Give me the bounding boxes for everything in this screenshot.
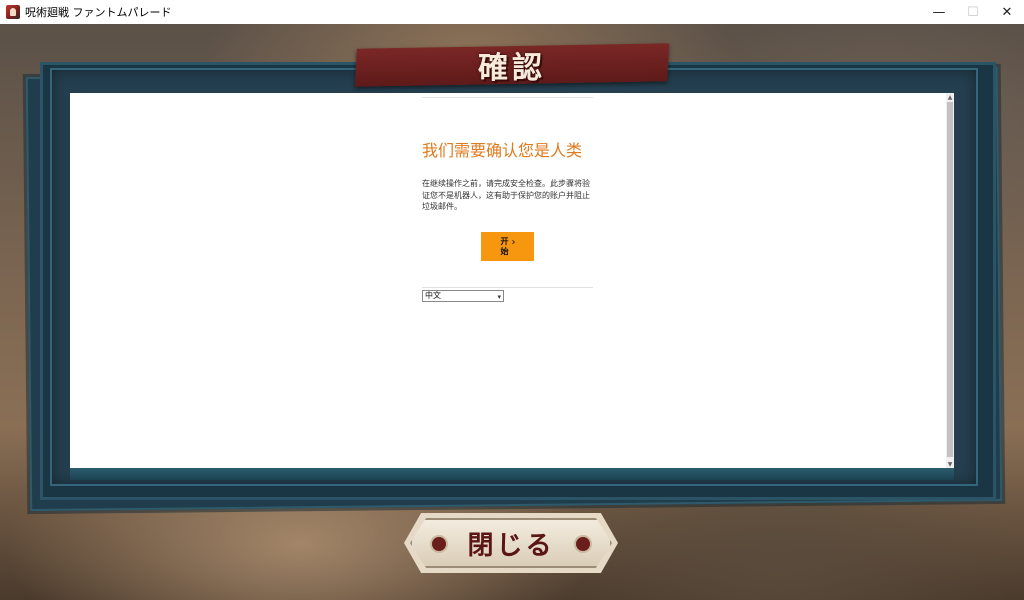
language-select[interactable]: 中文 ▾ [422,290,504,302]
webview-scrollbar[interactable]: ▲ ▼ [946,93,954,468]
chevron-down-icon: ▾ [497,293,501,301]
chevron-right-icon: › [511,237,516,248]
window-titlebar: 呪術廻戦 ファントムパレード — ☐ ✕ [0,0,1024,25]
dialog-title: 確認 [478,51,546,86]
window-title: 呪術廻戦 ファントムパレード [25,6,172,19]
language-select-value: 中文 [425,291,441,300]
scroll-up-icon[interactable]: ▲ [946,93,954,101]
verification-heading: 我们需要确认您是人类 [422,141,583,160]
close-dialog-button[interactable]: 閉じる [404,513,618,573]
maximize-button[interactable]: ☐ [956,0,990,24]
window-close-button[interactable]: ✕ [990,0,1024,24]
start-button-label: 开始 [500,236,509,256]
scroll-down-icon[interactable]: ▼ [946,460,954,468]
verification-description: 在继续操作之前，请完成安全检查。此步骤将验证您不是机器人，这有助于保护您的账户并… [422,179,590,211]
scroll-thumb[interactable] [947,102,953,457]
app-icon [6,5,20,19]
verification-webview: 我们需要确认您是人类 在继续操作之前，请完成安全检查。此步骤将验证您不是机器人，… [70,93,954,468]
dialog-frame-bottom-band [70,466,954,480]
top-divider [422,97,593,98]
window-controls: — ☐ ✕ [922,0,1024,24]
start-button[interactable]: 开始 › [481,232,534,261]
minimize-button[interactable]: — [922,0,956,24]
bottom-divider [422,287,593,288]
game-viewport: 確認 我们需要确认您是人类 在继续操作之前，请完成安全检查。此步骤将验证您不是机… [0,24,1024,600]
close-button-label: 閉じる [467,530,555,561]
